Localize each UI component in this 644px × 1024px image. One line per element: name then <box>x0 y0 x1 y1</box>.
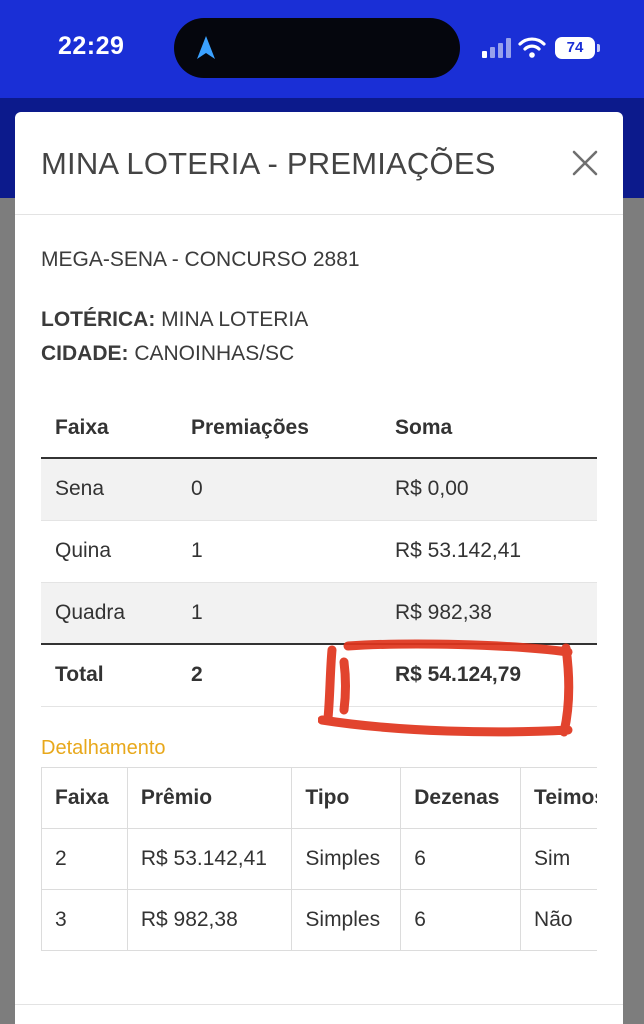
table-cell: Simples <box>291 828 402 890</box>
table-cell: R$ 982,38 <box>381 581 597 644</box>
column-header: Faixa <box>41 398 177 459</box>
column-header: Faixa <box>41 767 128 829</box>
table-cell: Sim <box>520 828 597 890</box>
close-icon[interactable] <box>571 149 599 177</box>
loterica-line: LOTÉRICA: MINA LOTERIA <box>41 308 308 332</box>
table-row: Sena 0 R$ 0,00 <box>41 457 597 520</box>
column-header: Dezenas <box>400 767 522 829</box>
detail-heading: Detalhamento <box>41 737 166 759</box>
detail-table-scroll[interactable]: Faixa Prêmio Tipo Dezenas Teimosinha 2 R… <box>41 767 597 953</box>
column-header: Prêmio <box>126 767 293 829</box>
dynamic-island <box>174 18 460 78</box>
total-label: Total <box>41 643 177 707</box>
table-cell: 1 <box>177 519 381 582</box>
highlight-annotation <box>318 639 574 737</box>
table-row: Quina 1 R$ 53.142,41 <box>41 519 597 582</box>
table-row: 3 R$ 982,38 Simples 6 Não <box>41 889 597 951</box>
status-bar: 22:29 74 <box>0 0 644 98</box>
detail-table: Faixa Prêmio Tipo Dezenas Teimosinha 2 R… <box>41 767 597 951</box>
table-cell: 6 <box>400 889 522 951</box>
loterica-label: LOTÉRICA: <box>41 308 156 331</box>
column-header: Teimosinha <box>520 767 597 829</box>
table-cell: Quina <box>41 519 177 582</box>
loterica-value: MINA LOTERIA <box>161 308 309 331</box>
table-cell: 2 <box>41 828 128 890</box>
modal-header: MINA LOTERIA - PREMIAÇÕES <box>15 112 623 215</box>
summary-header-row: Faixa Premiações Soma <box>41 398 597 459</box>
table-cell: 1 <box>177 581 381 644</box>
table-cell: Simples <box>291 889 402 951</box>
table-cell: R$ 53.142,41 <box>381 519 597 582</box>
table-cell: 6 <box>400 828 522 890</box>
cidade-line: CIDADE: CANOINHAS/SC <box>41 342 294 366</box>
table-cell: 0 <box>177 457 381 520</box>
table-row: 2 R$ 53.142,41 Simples 6 Sim <box>41 828 597 890</box>
awards-modal: MINA LOTERIA - PREMIAÇÕES MEGA-SENA - CO… <box>15 112 623 1024</box>
table-cell: Sena <box>41 457 177 520</box>
draw-title: MEGA-SENA - CONCURSO 2881 <box>41 248 360 271</box>
column-header: Premiações <box>177 398 381 459</box>
detail-header-row: Faixa Prêmio Tipo Dezenas Teimosinha <box>41 767 597 829</box>
column-header: Soma <box>381 398 597 459</box>
battery-icon: 74 <box>555 37 600 59</box>
table-cell: R$ 53.142,41 <box>126 828 293 890</box>
table-cell: R$ 982,38 <box>126 889 293 951</box>
table-cell: 3 <box>41 889 128 951</box>
column-header: Tipo <box>291 767 402 829</box>
cellular-signal-icon <box>482 38 511 58</box>
table-cell: Não <box>520 889 597 951</box>
status-clock: 22:29 <box>58 32 125 60</box>
table-cell: R$ 0,00 <box>381 457 597 520</box>
cidade-value: CANOINHAS/SC <box>134 342 295 365</box>
wifi-icon <box>518 37 546 58</box>
location-arrow-icon <box>197 36 215 59</box>
table-row: Quadra 1 R$ 982,38 <box>41 581 597 644</box>
cidade-label: CIDADE: <box>41 342 129 365</box>
modal-title: MINA LOTERIA - PREMIAÇÕES <box>41 146 496 181</box>
table-cell: Quadra <box>41 581 177 644</box>
modal-footer-divider <box>15 1004 623 1005</box>
